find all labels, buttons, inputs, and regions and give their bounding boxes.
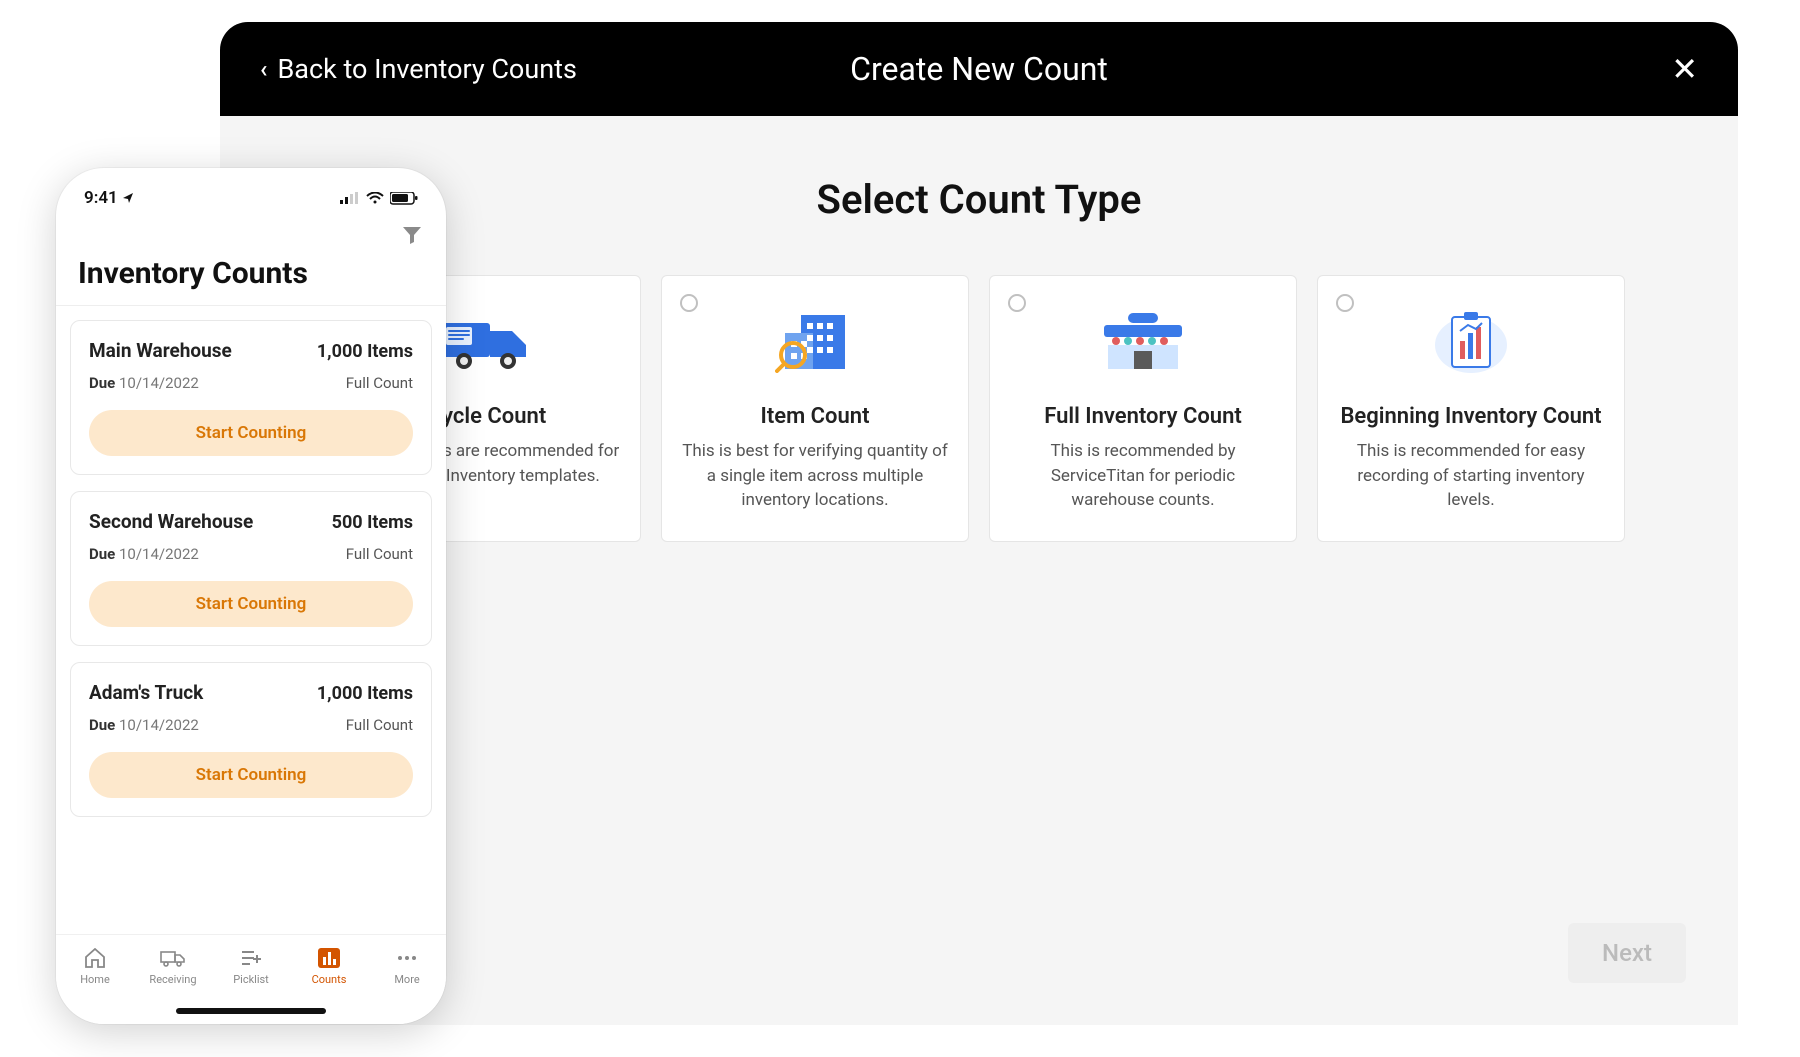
tab-label: More xyxy=(394,973,419,986)
tab-bar: Home Receiving Picklist xyxy=(56,934,446,1024)
card-title: Item Count xyxy=(682,404,948,429)
location-icon xyxy=(122,192,134,204)
card-title: Full Inventory Count xyxy=(1010,404,1276,429)
inventory-due: Due 10/14/2022 xyxy=(89,545,199,563)
inventory-card: Adam's Truck 1,000 Items Due 10/14/2022 … xyxy=(70,662,432,817)
inventory-due: Due 10/14/2022 xyxy=(89,716,199,734)
filter-icon[interactable] xyxy=(402,226,422,244)
tab-label: Picklist xyxy=(233,973,269,986)
cellular-signal-icon xyxy=(340,192,360,204)
start-counting-button[interactable]: Start Counting xyxy=(89,581,413,627)
chevron-left-icon: ‹ xyxy=(260,55,267,83)
list-plus-icon xyxy=(238,947,264,969)
tab-receiving[interactable]: Receiving xyxy=(138,947,208,986)
tab-more[interactable]: More xyxy=(372,947,442,986)
count-type-cards: Cycle Count Cycle counts are recommended… xyxy=(268,275,1690,542)
section-title: Select Count Type xyxy=(268,176,1690,223)
inventory-item-count: 1,000 Items xyxy=(317,341,413,362)
home-icon xyxy=(82,947,108,969)
inventory-name: Adam's Truck xyxy=(89,681,203,704)
close-icon[interactable]: ✕ xyxy=(1671,50,1698,88)
inventory-card: Main Warehouse 1,000 Items Due 10/14/202… xyxy=(70,320,432,475)
page-title: Inventory Counts xyxy=(56,248,446,306)
card-full-inventory-count[interactable]: Full Inventory Count This is recommended… xyxy=(989,275,1297,542)
tab-label: Receiving xyxy=(149,973,196,986)
card-beginning-inventory-count[interactable]: Beginning Inventory Count This is recomm… xyxy=(1317,275,1625,542)
wifi-icon xyxy=(366,192,384,204)
start-counting-button[interactable]: Start Counting xyxy=(89,410,413,456)
card-title: Beginning Inventory Count xyxy=(1338,404,1604,429)
tab-counts[interactable]: Counts xyxy=(294,947,364,986)
inventory-type: Full Count xyxy=(346,545,413,563)
radio-item-count[interactable] xyxy=(680,294,698,312)
card-desc: This is recommended for easy recording o… xyxy=(1338,439,1604,513)
clipboard-chart-icon xyxy=(1338,302,1604,382)
phone-topbar xyxy=(56,214,446,248)
bar-chart-icon xyxy=(316,947,342,969)
inventory-card: Second Warehouse 500 Items Due 10/14/202… xyxy=(70,491,432,646)
tab-home[interactable]: Home xyxy=(60,947,130,986)
modal-body: Select Count Type xyxy=(220,116,1738,542)
card-desc: This is best for verifying quantity of a… xyxy=(682,439,948,513)
card-desc: This is recommended by ServiceTitan for … xyxy=(1010,439,1276,513)
inventory-name: Main Warehouse xyxy=(89,339,232,362)
truck-small-icon xyxy=(160,947,186,969)
tab-picklist[interactable]: Picklist xyxy=(216,947,286,986)
status-time: 9:41 xyxy=(84,188,118,208)
inventory-item-count: 500 Items xyxy=(332,512,413,533)
back-button[interactable]: ‹ Back to Inventory Counts xyxy=(260,53,577,85)
home-indicator xyxy=(176,1008,326,1014)
tab-label: Counts xyxy=(312,973,347,986)
create-count-modal: ‹ Back to Inventory Counts Create New Co… xyxy=(220,22,1738,1025)
start-counting-button[interactable]: Start Counting xyxy=(89,752,413,798)
inventory-name: Second Warehouse xyxy=(89,510,253,533)
inventory-due: Due 10/14/2022 xyxy=(89,374,199,392)
back-label: Back to Inventory Counts xyxy=(277,53,576,85)
inventory-type: Full Count xyxy=(346,716,413,734)
inventory-type: Full Count xyxy=(346,374,413,392)
next-button[interactable]: Next xyxy=(1568,923,1686,983)
radio-beginning-inventory-count[interactable] xyxy=(1336,294,1354,312)
status-bar: 9:41 xyxy=(56,168,446,214)
modal-title: Create New Count xyxy=(850,50,1108,88)
modal-header: ‹ Back to Inventory Counts Create New Co… xyxy=(220,22,1738,116)
inventory-list: Main Warehouse 1,000 Items Due 10/14/202… xyxy=(56,306,446,817)
card-item-count[interactable]: Item Count This is best for verifying qu… xyxy=(661,275,969,542)
battery-icon xyxy=(390,192,418,205)
building-search-icon xyxy=(682,302,948,382)
more-dots-icon xyxy=(394,947,420,969)
storefront-icon xyxy=(1010,302,1276,382)
phone-mockup: 9:41 xyxy=(56,168,446,1024)
radio-full-inventory-count[interactable] xyxy=(1008,294,1026,312)
tab-label: Home xyxy=(80,973,110,986)
inventory-item-count: 1,000 Items xyxy=(317,683,413,704)
